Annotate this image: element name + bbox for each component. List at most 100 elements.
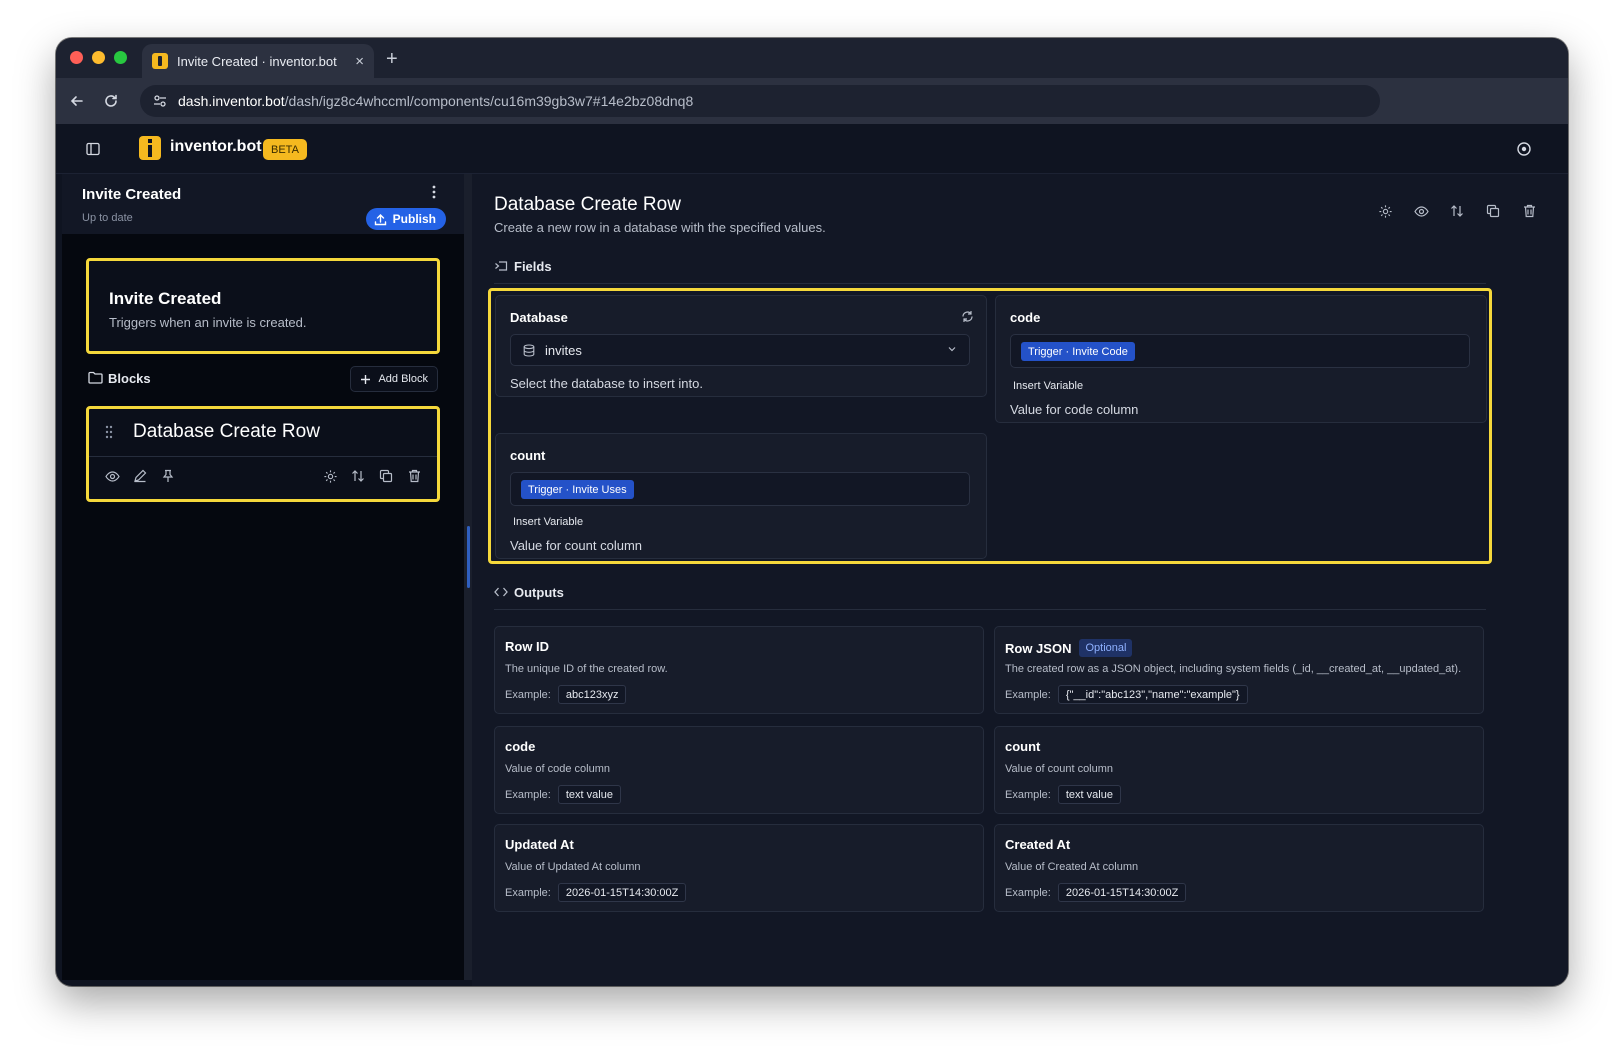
database-value: invites [545, 342, 582, 358]
fields-section-header: Fields [494, 258, 1486, 284]
output-description: The unique ID of the created row. [505, 663, 668, 675]
url-path: /dash/igz8c4whccml/components/cu16m39gb3… [284, 93, 694, 109]
block-actions [103, 467, 423, 487]
output-title-text: Created At [1005, 837, 1071, 852]
example-label: Example: [505, 688, 551, 701]
tab-title: Invite Created · inventor.bot [177, 53, 337, 69]
url-host: dash.inventor.bot [178, 93, 285, 109]
upload-icon [374, 213, 387, 226]
trash-icon[interactable] [405, 467, 423, 485]
count-help: Value for count column [510, 538, 642, 553]
code-field: code Trigger · Invite Code Insert Variab… [995, 295, 1487, 423]
output-title-text: code [505, 739, 536, 754]
output-row-id: Row ID The unique ID of the created row.… [494, 626, 984, 714]
count-variable-chip[interactable]: Trigger · Invite Uses [521, 480, 634, 499]
trigger-title: Invite Created [109, 289, 222, 308]
output-updated-at: Updated At Value of Updated At column Ex… [494, 824, 984, 912]
output-example: Example: 2026-01-15T14:30:00Z [505, 883, 687, 902]
block-card[interactable]: Database Create Row [86, 406, 440, 502]
code-input[interactable]: Trigger · Invite Code [1010, 334, 1470, 368]
eye-icon[interactable] [103, 467, 121, 485]
publish-button[interactable]: Publish [365, 208, 446, 230]
example-label: Example: [1005, 688, 1051, 701]
outputs-section-header: Outputs [494, 584, 1486, 610]
output-description: Value of Created At column [1005, 861, 1139, 873]
copy-icon[interactable] [377, 467, 395, 485]
example-value: text value [1057, 785, 1121, 804]
add-block-button[interactable]: Add Block [350, 366, 438, 392]
example-label: Example: [1005, 886, 1051, 899]
sidebar-toggle-icon[interactable] [86, 142, 100, 156]
block-toolbar [1376, 202, 1538, 220]
output-title: Row JSON Optional [1005, 639, 1133, 657]
close-window-button[interactable] [70, 51, 83, 64]
code-variable-chip[interactable]: Trigger · Invite Code [1021, 342, 1135, 361]
count-input[interactable]: Trigger · Invite Uses [510, 472, 970, 506]
publish-label: Publish [392, 212, 436, 226]
output-title: count [1005, 739, 1040, 754]
trigger-card[interactable]: Invite Created Triggers when an invite i… [86, 258, 440, 354]
trash-icon[interactable] [1520, 202, 1538, 220]
chevron-down-icon [947, 344, 957, 354]
maximize-window-button[interactable] [114, 51, 127, 64]
code-insert-variable[interactable]: Insert Variable [1013, 380, 1083, 392]
inventor-logo-icon [139, 136, 161, 160]
output-row-json: Row JSON Optional The created row as a JS… [994, 626, 1484, 714]
pencil-icon[interactable] [131, 467, 149, 485]
swap-icon[interactable] [1448, 202, 1466, 220]
example-value: 2026-01-15T14:30:00Z [557, 883, 687, 902]
code-label: code [1010, 310, 1041, 325]
database-icon [523, 343, 535, 357]
database-select[interactable]: invites [510, 334, 970, 366]
database-field: Database invites Select the database to … [495, 295, 987, 397]
browser-toolbar: dash.inventor.bot/dash/igz8c4whccml/comp… [56, 78, 1568, 124]
block-description: Create a new row in a database with the … [494, 220, 826, 235]
favicon-icon [152, 53, 168, 69]
eye-icon[interactable] [1412, 202, 1430, 220]
more-options-icon[interactable] [432, 185, 436, 199]
count-label: count [510, 448, 546, 463]
add-block-label: Add Block [378, 373, 428, 385]
refresh-icon[interactable] [961, 310, 974, 323]
output-title-text: count [1005, 739, 1041, 754]
main-panel: Database Create Row Create a new row in … [472, 174, 1568, 986]
block-card-header: Database Create Row [89, 409, 437, 457]
pin-icon[interactable] [159, 467, 177, 485]
output-example: Example: {"__id":"abc123","name":"example… [1005, 685, 1248, 704]
gear-icon[interactable] [1376, 202, 1394, 220]
output-description: Value of Updated At column [505, 861, 641, 873]
optional-badge: Optional [1079, 639, 1133, 657]
beta-badge: BETA [263, 139, 307, 160]
component-title: Invite Created [82, 186, 182, 203]
output-title-text: Row ID [505, 639, 550, 654]
target-icon[interactable] [1516, 141, 1532, 157]
back-icon[interactable] [66, 90, 88, 112]
site-settings-icon[interactable] [152, 93, 168, 109]
count-insert-variable[interactable]: Insert Variable [513, 516, 583, 528]
drag-handle-icon[interactable] [105, 425, 113, 439]
example-label: Example: [505, 788, 551, 801]
swap-icon[interactable] [349, 467, 367, 485]
panel-resizer-grip[interactable] [467, 526, 470, 588]
example-value: {"__id":"abc123","name":"example"} [1057, 685, 1248, 704]
trigger-description: Triggers when an invite is created. [109, 315, 307, 330]
output-example: Example: text value [505, 785, 621, 804]
gear-icon[interactable] [321, 467, 339, 485]
minimize-window-button[interactable] [92, 51, 105, 64]
browser-window: Invite Created · inventor.bot × + dash.i… [56, 38, 1568, 986]
example-label: Example: [1005, 788, 1051, 801]
copy-icon[interactable] [1484, 202, 1502, 220]
output-title-text: Row JSON [1005, 640, 1072, 656]
browser-tab[interactable]: Invite Created · inventor.bot × [142, 44, 374, 78]
code-help: Value for code column [1010, 402, 1139, 417]
output-count: count Value of count column Example: text… [994, 726, 1484, 814]
tab-close-icon[interactable]: × [355, 53, 364, 70]
count-field: count Trigger · Invite Uses Insert Varia… [495, 433, 987, 559]
reload-icon[interactable] [100, 90, 122, 112]
fields-group: Database invites Select the database to … [488, 288, 1492, 564]
sidebar-header: Invite Created Up to date Publish [62, 174, 464, 234]
output-title: Updated At [505, 837, 574, 852]
new-tab-button[interactable]: + [386, 48, 398, 71]
folder-icon [88, 371, 103, 384]
address-bar[interactable]: dash.inventor.bot/dash/igz8c4whccml/comp… [140, 85, 1380, 117]
